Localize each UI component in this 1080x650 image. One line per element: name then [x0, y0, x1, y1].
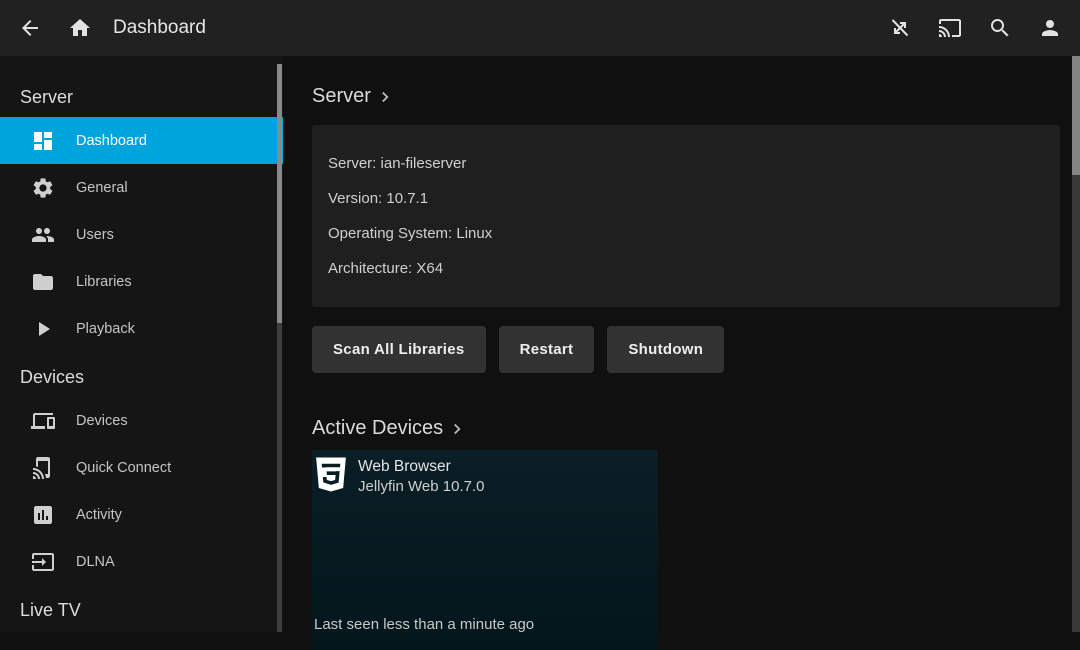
restart-button[interactable]: Restart [499, 326, 595, 373]
sidebar-item-general[interactable]: General [0, 164, 283, 211]
topbar-actions [875, 3, 1075, 53]
server-actions: Scan All Libraries Restart Shutdown [312, 326, 1060, 373]
page-title: Dashboard [113, 17, 206, 39]
device-app-version: Jellyfin Web 10.7.0 [358, 477, 484, 497]
user-icon [1038, 16, 1062, 40]
sidebar-item-label: Quick Connect [76, 460, 171, 476]
search-icon [988, 16, 1012, 40]
sidebar-item-users[interactable]: Users [0, 211, 283, 258]
back-button[interactable] [5, 3, 55, 53]
dashboard-content: Server Server: ian-fileserver Version: 1… [283, 56, 1072, 632]
top-app-bar: Dashboard [0, 0, 1080, 56]
search-button[interactable] [975, 3, 1025, 53]
html5-icon [314, 456, 348, 493]
sidebar-item-devices[interactable]: Devices [0, 397, 283, 444]
play-icon [31, 317, 55, 341]
device-last-seen: Last seen less than a minute ago [314, 616, 534, 633]
sidebar-item-dashboard[interactable]: Dashboard [0, 117, 283, 164]
page-scrollbar-thumb[interactable] [1072, 56, 1080, 175]
active-devices-heading-label: Active Devices [312, 416, 443, 440]
settings-icon [31, 176, 55, 200]
sidebar-section-server: Server [0, 84, 283, 110]
device-card-texts: Web Browser Jellyfin Web 10.7.0 [358, 455, 484, 497]
server-os-row: Operating System: Linux [328, 216, 1044, 251]
admin-drawer: Server Dashboard General Users Libraries… [0, 56, 283, 632]
sidebar-item-playback[interactable]: Playback [0, 305, 283, 352]
sidebar-scrollbar[interactable] [277, 64, 282, 632]
sidebar-item-dlna[interactable]: DLNA [0, 538, 283, 585]
sidebar-item-label: Activity [76, 507, 122, 523]
sidebar-item-label: Libraries [76, 274, 132, 290]
active-devices-heading[interactable]: Active Devices [312, 416, 466, 440]
active-device-card[interactable]: Web Browser Jellyfin Web 10.7.0 Last see… [312, 450, 658, 650]
sidebar-item-label: Users [76, 227, 114, 243]
home-icon [68, 16, 92, 40]
server-section-heading[interactable]: Server [312, 84, 394, 108]
chevron-right-icon [376, 88, 394, 106]
cast-button[interactable] [925, 3, 975, 53]
sidebar-item-label: DLNA [76, 554, 115, 570]
server-arch-row: Architecture: X64 [328, 251, 1044, 286]
sidebar-section-devices: Devices [0, 364, 283, 390]
device-card-header: Web Browser Jellyfin Web 10.7.0 [312, 450, 658, 497]
sidebar-item-quick-connect[interactable]: Quick Connect [0, 444, 283, 491]
syncplay-button[interactable] [875, 3, 925, 53]
user-menu-button[interactable] [1025, 3, 1075, 53]
input-icon [31, 550, 55, 574]
server-version-row: Version: 10.7.1 [328, 181, 1044, 216]
sidebar-item-label: Devices [76, 413, 128, 429]
server-heading-label: Server [312, 84, 371, 108]
sidebar-item-libraries[interactable]: Libraries [0, 258, 283, 305]
scan-all-libraries-button[interactable]: Scan All Libraries [312, 326, 486, 373]
chevron-right-icon [448, 420, 466, 438]
sidebar-item-label: General [76, 180, 128, 196]
sidebar-item-label: Playback [76, 321, 135, 337]
folder-icon [31, 270, 55, 294]
activity-icon [31, 503, 55, 527]
devices-icon [31, 409, 55, 433]
cast-icon [938, 16, 962, 40]
sidebar-section-live-tv: Live TV [0, 597, 283, 623]
server-name-row: Server: ian-fileserver [328, 146, 1044, 181]
dashboard-icon [31, 129, 55, 153]
shutdown-button[interactable]: Shutdown [607, 326, 724, 373]
sidebar-item-label: Dashboard [76, 133, 147, 149]
sidebar-item-activity[interactable]: Activity [0, 491, 283, 538]
device-name: Web Browser [358, 457, 484, 477]
quick-connect-icon [31, 456, 55, 480]
users-icon [31, 223, 55, 247]
page-scrollbar[interactable] [1072, 56, 1080, 632]
server-info-card: Server: ian-fileserver Version: 10.7.1 O… [312, 125, 1060, 307]
syncplay-off-icon [888, 16, 912, 40]
sidebar-scrollbar-thumb[interactable] [277, 64, 282, 323]
back-icon [18, 16, 42, 40]
home-button[interactable] [55, 3, 105, 53]
